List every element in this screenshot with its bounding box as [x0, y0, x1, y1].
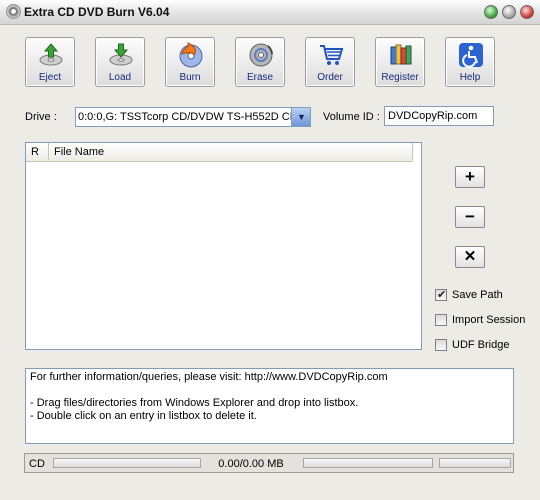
eject-label: Eject: [38, 72, 62, 83]
erase-button[interactable]: Erase: [235, 37, 285, 87]
capacity-progress-bar: [53, 458, 201, 468]
erase-disc-icon: [249, 43, 273, 67]
size-readout: 0.00/0.00 MB: [218, 458, 284, 470]
media-type: CD: [29, 458, 45, 470]
add-files-button[interactable]: +: [455, 166, 485, 188]
shopping-cart-icon: [320, 45, 344, 65]
order-label: Order: [317, 72, 343, 83]
chevron-down-icon: ▼: [297, 112, 306, 122]
import-session-checkbox[interactable]: [435, 314, 447, 326]
drive-value: 0:0:0,G: TSSTcorp CD/DVDW TS-H552D CM0: [78, 111, 292, 123]
burn-disc-icon: [179, 42, 203, 68]
register-books-icon: [390, 44, 412, 65]
column-header-file-name[interactable]: File Name: [49, 143, 413, 160]
import-session-label: Import Session: [452, 314, 526, 326]
drive-select[interactable]: 0:0:0,G: TSSTcorp CD/DVDW TS-H552D CM0 ▼: [75, 107, 311, 127]
load-label: Load: [108, 72, 132, 83]
column-header-r[interactable]: R: [26, 143, 49, 160]
udf-bridge-checkbox[interactable]: [435, 339, 447, 351]
title-bar: Extra CD DVD Burn V6.04: [0, 0, 540, 25]
list-header: R File Name: [26, 143, 413, 162]
column-file-name-label: File Name: [54, 146, 105, 158]
volume-label: Volume ID :: [323, 111, 380, 123]
eject-button[interactable]: Eject: [25, 37, 75, 87]
remove-file-button[interactable]: −: [455, 206, 485, 228]
maximize-button[interactable]: [502, 5, 516, 19]
progress-bar-3: [439, 458, 511, 468]
column-r-label: R: [31, 146, 39, 158]
status-bar: CD 0.00/0.00 MB: [24, 453, 514, 473]
save-path-label: Save Path: [452, 289, 503, 301]
burn-label: Burn: [179, 72, 201, 83]
help-label: Help: [459, 72, 481, 83]
save-path-checkbox[interactable]: ✔: [435, 289, 447, 301]
app-window: Extra CD DVD Burn V6.04 Eject Load Burn: [0, 0, 540, 500]
help-button[interactable]: Help: [445, 37, 495, 87]
help-accessibility-icon: [459, 43, 483, 68]
checkmark-icon: ✔: [437, 289, 447, 301]
udf-bridge-label: UDF Bridge: [452, 339, 510, 351]
info-line: - Drag files/directories from Windows Ex…: [30, 397, 359, 409]
app-disc-icon: [6, 4, 21, 19]
order-button[interactable]: Order: [305, 37, 355, 87]
progress-bar-2: [303, 458, 433, 468]
info-line: [30, 384, 509, 397]
burn-button[interactable]: Burn: [165, 37, 215, 87]
info-line: - Double click on an entry in listbox to…: [30, 410, 257, 422]
register-button[interactable]: Register: [375, 37, 425, 87]
info-line: For further information/queries, please …: [30, 371, 388, 383]
clear-list-button[interactable]: ✕: [455, 246, 485, 268]
register-label: Register: [381, 72, 419, 83]
load-button[interactable]: Load: [95, 37, 145, 87]
eject-disc-icon: [39, 43, 63, 66]
minimize-button[interactable]: [484, 5, 498, 19]
window-title: Extra CD DVD Burn V6.04: [24, 5, 170, 19]
file-listbox[interactable]: R File Name: [25, 142, 422, 350]
volume-id-input[interactable]: DVDCopyRip.com: [384, 106, 494, 126]
info-textbox[interactable]: For further information/queries, please …: [25, 368, 514, 444]
close-button[interactable]: [520, 5, 534, 19]
load-disc-icon: [109, 43, 133, 66]
erase-label: Erase: [246, 72, 274, 83]
drive-label: Drive :: [25, 111, 57, 123]
drive-dropdown-button[interactable]: ▼: [291, 108, 310, 126]
